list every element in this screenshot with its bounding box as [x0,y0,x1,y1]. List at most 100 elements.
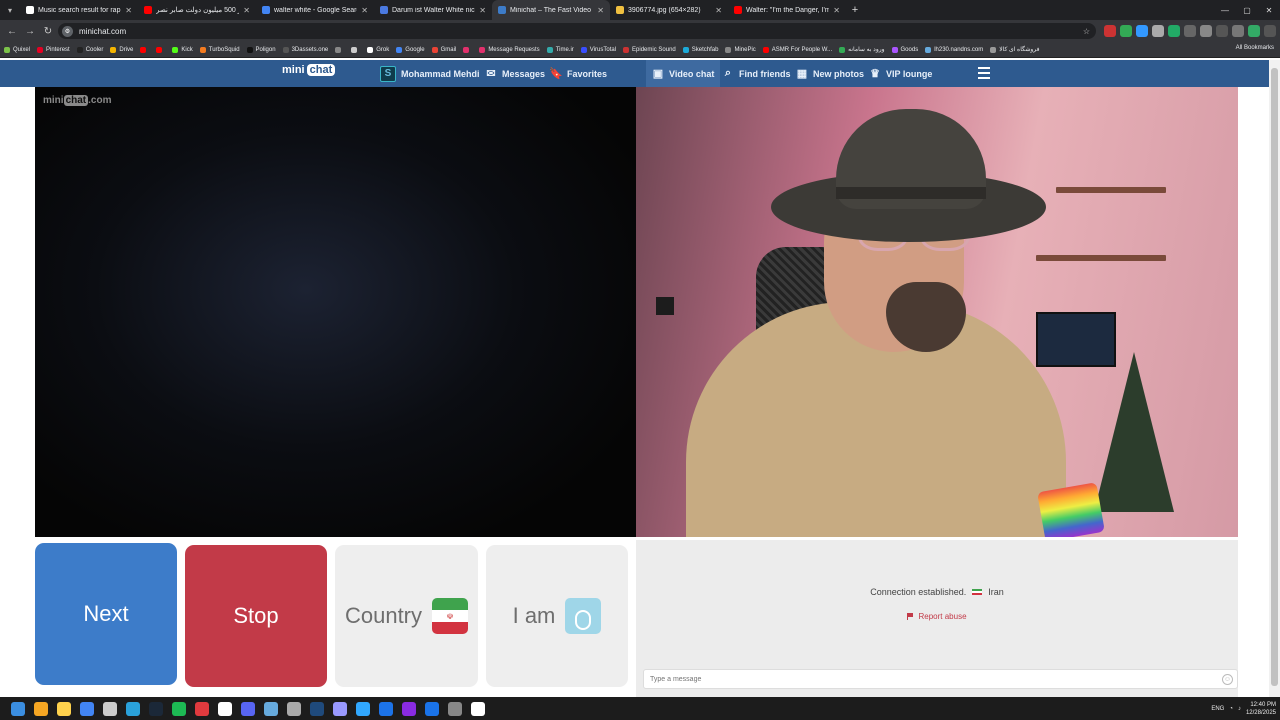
nav-favorites[interactable]: 🔖 Favorites [549,60,607,87]
bookmark-item[interactable]: Kick [172,46,193,53]
nav-profile[interactable]: S Mohammad Mehdi [380,60,480,87]
minichat-logo[interactable]: mini chat [282,64,336,76]
clock[interactable]: 12:40 PM 12/28/2025 [1246,701,1276,717]
bookmark-item[interactable]: Time.ir [546,46,574,53]
taskbar-app-icon[interactable] [240,701,255,716]
wifi-icon[interactable]: ◔ [1229,706,1233,712]
report-abuse-link[interactable]: Report abuse [636,612,1238,621]
iam-button[interactable]: I am [486,545,628,687]
nav-messages[interactable]: ✉ Messages [485,60,545,87]
taskbar-app-icon[interactable] [194,701,209,716]
profile-icon[interactable] [1248,25,1260,37]
extension-icon[interactable] [1200,25,1212,37]
taskbar-app-icon[interactable] [470,701,485,716]
taskbar-app-icon[interactable] [102,701,117,716]
taskbar-app-icon[interactable] [171,701,186,716]
bookmark-item[interactable]: Drive [110,46,133,53]
taskbar-app-icon[interactable] [148,701,163,716]
volume-icon[interactable]: ♪ [1238,706,1241,712]
bookmark-item[interactable]: 3Dassets.one [282,46,328,53]
bookmark-item[interactable] [351,46,360,53]
bookmark-item[interactable]: Poligon [246,46,276,53]
bookmark-item[interactable] [335,46,344,53]
new-tab-button[interactable]: + [846,4,864,16]
extension-icon[interactable] [1104,25,1116,37]
browser-tab[interactable]: از 500 میلیون دولت صابر نصر... ✕ [138,0,256,20]
all-bookmarks[interactable]: All Bookmarks [1236,45,1274,51]
browser-tab[interactable]: 3906774.jpg (654×282) ✕ [610,0,728,20]
bookmark-item[interactable]: lh230.nandns.com [925,46,983,53]
maximize-icon[interactable]: ▢ [1236,0,1258,20]
taskbar-app-icon[interactable] [355,701,370,716]
close-tab-icon[interactable]: ✕ [833,6,840,15]
bookmark-item[interactable]: Pinterest [37,46,70,53]
bookmark-item[interactable] [463,46,472,53]
close-window-icon[interactable]: ✕ [1258,0,1280,20]
scrollbar-thumb[interactable] [1271,68,1278,686]
nav-vip-lounge[interactable]: ♛ VIP lounge [869,60,932,87]
bookmark-item[interactable]: VirusTotal [580,46,616,53]
close-tab-icon[interactable]: ✕ [479,6,486,15]
taskbar-app-icon[interactable] [263,701,278,716]
extension-icon[interactable] [1120,25,1132,37]
nav-find-friends[interactable]: ⌕ Find friends [722,60,791,87]
bookmark-item[interactable]: Grok [367,46,389,53]
bookmark-item[interactable]: Goods [891,46,918,53]
browser-tab[interactable]: walter white - Google Search ✕ [256,0,374,20]
bookmark-item[interactable]: Cooler [76,46,103,53]
taskbar-app-icon[interactable] [125,701,140,716]
close-tab-icon[interactable]: ✕ [125,6,132,15]
back-icon[interactable]: ← [4,23,20,39]
browser-tab[interactable]: Music search result for rap | Ep ✕ [20,0,138,20]
close-tab-icon[interactable]: ✕ [715,6,722,15]
reload-icon[interactable]: ↻ [40,23,56,39]
browser-tab[interactable]: Darum ist Walter White nicht b ✕ [374,0,492,20]
extension-icon[interactable] [1136,25,1148,37]
country-button[interactable]: Country ☫ [335,545,478,687]
nav-video-chat[interactable]: ▣ Video chat [646,60,721,87]
next-button[interactable]: Next [35,543,177,685]
taskbar-app-icon[interactable] [309,701,324,716]
taskbar-app-icon[interactable] [447,701,462,716]
extension-icon[interactable] [1152,25,1164,37]
bookmark-item[interactable] [140,46,149,53]
taskbar-app-icon[interactable] [33,701,48,716]
taskbar-app-icon[interactable] [401,701,416,716]
extension-icon[interactable] [1232,25,1244,37]
extension-icon[interactable] [1184,25,1196,37]
language-indicator[interactable]: ENG [1211,706,1224,712]
taskbar-app-icon[interactable] [424,701,439,716]
close-tab-icon[interactable]: ✕ [243,6,250,15]
bookmark-item[interactable]: فروشگاه ای کالا [990,46,1039,53]
site-info-icon[interactable]: ⚙ [62,25,73,37]
emoji-icon[interactable]: ☺ [1222,674,1233,685]
taskbar-app-icon[interactable] [79,701,94,716]
browser-tab[interactable]: Minichat – The Fast Video C ✕ [492,0,610,20]
bookmark-item[interactable]: MinePic [725,46,756,53]
minimize-icon[interactable]: — [1214,0,1236,20]
bookmark-item[interactable]: Message Requests [479,46,540,53]
taskbar-app-icon[interactable] [56,701,71,716]
taskbar-app-icon[interactable] [217,701,232,716]
message-input[interactable] [643,669,1238,689]
hamburger-menu-icon[interactable] [978,67,990,79]
bookmark-item[interactable]: Google [396,46,425,53]
close-tab-icon[interactable]: ✕ [361,6,368,15]
browser-tab[interactable]: Walter: "I'm the Danger, I'm the✕ [728,0,846,20]
extension-icon[interactable] [1168,25,1180,37]
bookmark-item[interactable]: Epidemic Sound [623,46,676,53]
windows-start-icon[interactable] [10,701,25,716]
bookmark-item[interactable] [156,46,165,53]
nav-new-photos[interactable]: ▦ New photos [796,60,864,87]
bookmark-item[interactable]: ASMR For People W... [762,46,832,53]
forward-icon[interactable]: → [22,23,38,39]
taskbar-app-icon[interactable] [332,701,347,716]
extension-icon[interactable] [1216,25,1228,37]
bookmark-item[interactable]: Quixel [4,46,30,53]
page-scrollbar[interactable] [1269,60,1280,697]
bookmark-item[interactable]: TurboSquid [199,46,240,53]
address-bar[interactable]: ⚙ minichat.com ☆ [58,23,1096,39]
close-tab-icon[interactable]: ✕ [597,6,604,15]
taskbar-app-icon[interactable] [378,701,393,716]
bookmark-item[interactable]: ورود به سامانه [839,46,885,53]
